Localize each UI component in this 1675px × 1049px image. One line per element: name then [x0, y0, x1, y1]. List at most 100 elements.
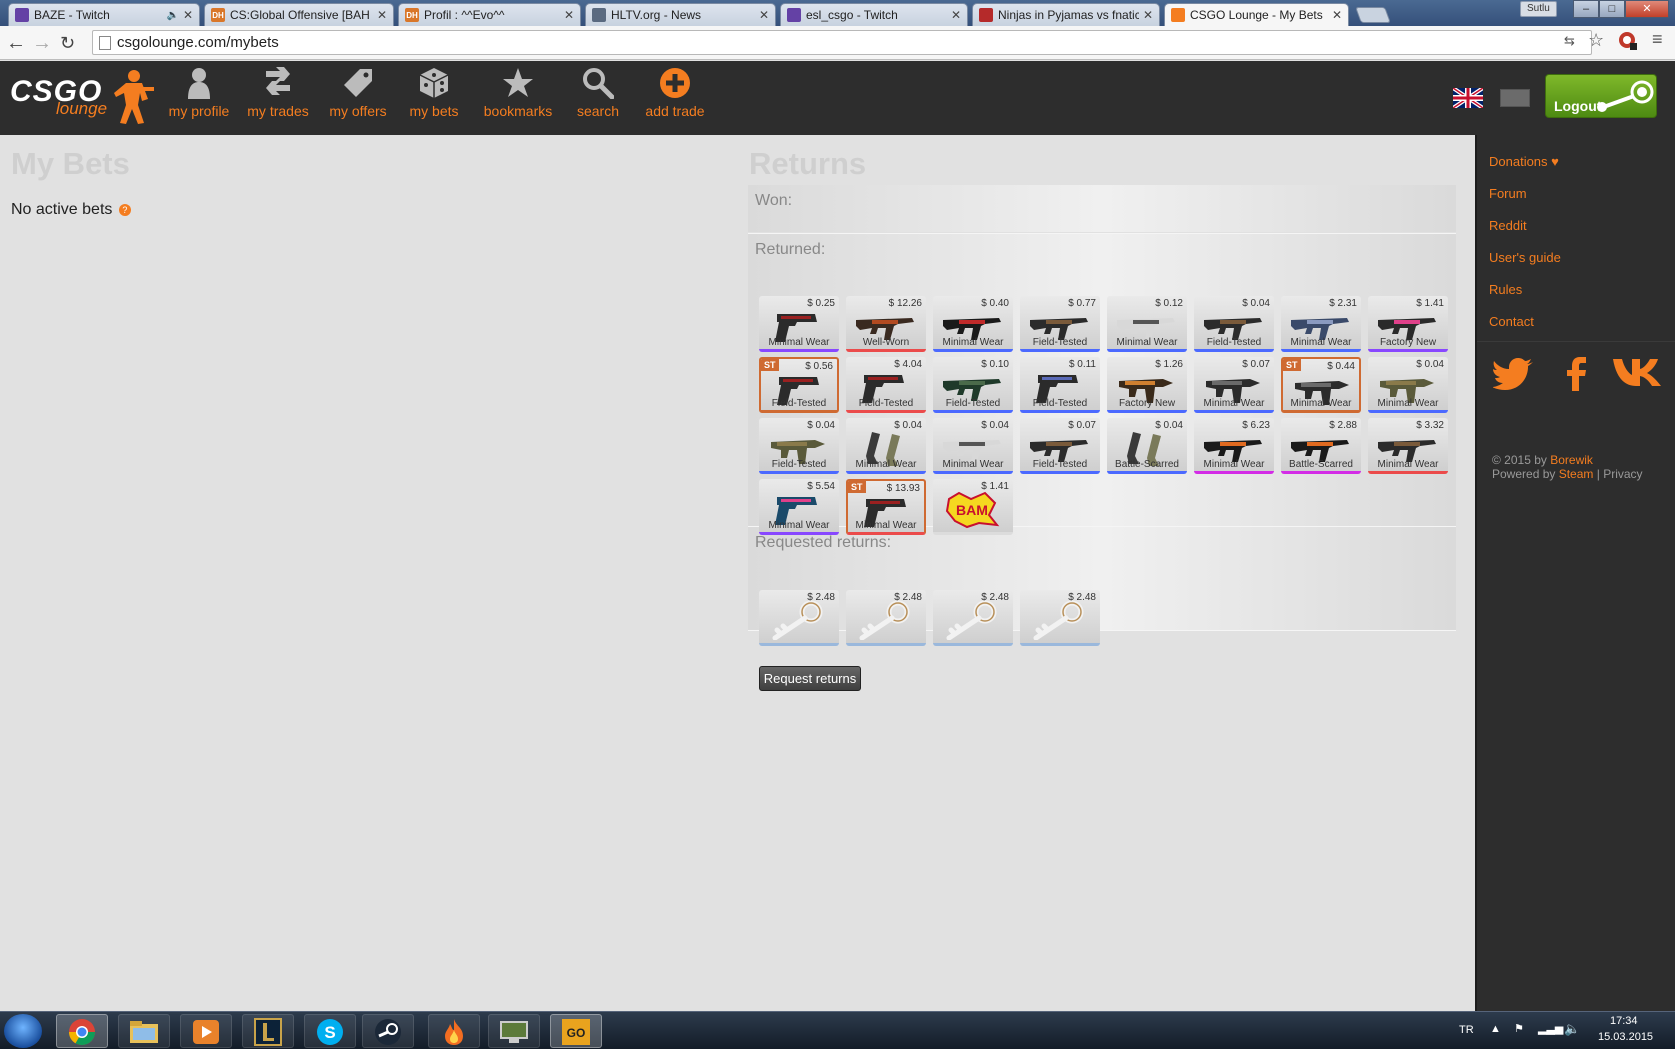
language-flag-icon[interactable] [1500, 89, 1530, 107]
nav-my-bets[interactable]: my bets [398, 67, 470, 119]
start-button[interactable] [4, 1014, 42, 1048]
profile-button[interactable]: Sutlu [1520, 1, 1557, 17]
tab-close-icon[interactable]: ✕ [377, 8, 387, 22]
item-slot[interactable]: $ 0.07 Field-Tested [1020, 418, 1100, 474]
forward-icon[interactable]: → [32, 32, 52, 55]
translate-icon[interactable]: ⇆ [1564, 33, 1575, 49]
item-slot[interactable]: $ 0.07 Minimal Wear [1194, 357, 1274, 413]
tray-expand-icon[interactable]: ▲ [1490, 1023, 1501, 1035]
request-returns-button[interactable]: Request returns [759, 666, 861, 691]
reload-icon[interactable]: ↻ [60, 33, 75, 54]
nav-my-trades[interactable]: my trades [235, 67, 321, 119]
browser-tab[interactable]: Ninjas in Pyjamas vs fnatic ✕ [972, 3, 1160, 26]
skype-task-icon[interactable]: S [304, 1014, 356, 1048]
league-task-icon[interactable] [242, 1014, 294, 1048]
tab-close-icon[interactable]: ✕ [759, 8, 769, 22]
item-slot[interactable]: $ 6.23 Minimal Wear [1194, 418, 1274, 474]
csgolounge-logo[interactable]: CSGO lounge [10, 69, 155, 129]
item-slot[interactable]: ST $ 0.44 Minimal Wear [1281, 357, 1361, 413]
new-tab-button[interactable] [1355, 7, 1391, 23]
sidebar-link-forum[interactable]: Forum [1489, 186, 1527, 201]
sidebar-link-user-s-guide[interactable]: User's guide [1489, 250, 1561, 265]
browser-tab[interactable]: esl_csgo - Twitch ✕ [780, 3, 968, 26]
fire-app-task-icon[interactable] [428, 1014, 480, 1048]
address-bar[interactable]: csgolounge.com/mybets [92, 30, 1592, 55]
csgo-task-icon[interactable]: GO [550, 1014, 602, 1048]
uk-flag-icon[interactable] [1453, 88, 1483, 108]
volume-icon[interactable]: 🔈 [1564, 1021, 1580, 1037]
browser-tab[interactable]: BAZE - Twitch 🔈 ✕ [8, 3, 200, 26]
privacy-link[interactable]: Privacy [1603, 467, 1642, 481]
browser-tab[interactable]: CSGO Lounge - My Bets ✕ [1164, 3, 1349, 26]
close-window-button[interactable]: ✕ [1625, 0, 1669, 18]
chrome-task-icon[interactable] [56, 1014, 108, 1048]
tab-close-icon[interactable]: ✕ [1143, 8, 1153, 22]
sidebar-link-contact[interactable]: Contact [1489, 314, 1534, 329]
item-slot[interactable]: $ 0.04 Minimal Wear [933, 418, 1013, 474]
item-slot[interactable]: $ 4.04 Field-Tested [846, 357, 926, 413]
browser-tab[interactable]: DH CS:Global Offensive [BAH ✕ [204, 3, 394, 26]
item-slot[interactable]: $ 1.41 Factory New [1368, 296, 1448, 352]
bookmark-star-icon[interactable]: ☆ [1588, 30, 1604, 51]
extension-icon[interactable] [1618, 31, 1638, 55]
tab-close-icon[interactable]: ✕ [1332, 8, 1342, 22]
browser-tab[interactable]: DH Profil : ^^Evo^^ ✕ [398, 3, 581, 26]
logout-button[interactable]: Logout [1545, 74, 1657, 118]
maximize-button[interactable]: □ [1599, 0, 1625, 18]
minimize-button[interactable]: – [1573, 0, 1599, 18]
item-slot[interactable]: $ 0.04 Battle-Scarred [1107, 418, 1187, 474]
action-center-icon[interactable]: ⚑ [1514, 1022, 1524, 1035]
item-slot[interactable]: ST $ 0.56 Field-Tested [759, 357, 839, 413]
item-slot[interactable]: $ 1.26 Factory New [1107, 357, 1187, 413]
item-slot[interactable]: $ 5.54 Minimal Wear [759, 479, 839, 535]
tab-close-icon[interactable]: ✕ [564, 8, 574, 22]
nav-search[interactable]: search [565, 67, 631, 119]
item-slot[interactable]: $ 3.32 Minimal Wear [1368, 418, 1448, 474]
item-slot[interactable]: $ 0.11 Field-Tested [1020, 357, 1100, 413]
back-icon[interactable]: ← [6, 32, 26, 55]
clock-date[interactable]: 15.03.2015 [1598, 1031, 1653, 1043]
tab-close-icon[interactable]: ✕ [183, 8, 193, 22]
facebook-icon[interactable] [1565, 357, 1589, 391]
sidebar-link-donations[interactable]: Donations ♥ [1489, 154, 1559, 169]
vk-icon[interactable] [1611, 357, 1663, 387]
tab-audio-icon[interactable]: 🔈 [166, 10, 178, 21]
clock-time[interactable]: 17:34 [1610, 1015, 1638, 1027]
item-slot[interactable]: $ 2.48 [759, 590, 839, 646]
item-slot[interactable]: $ 2.48 [933, 590, 1013, 646]
nav-add-trade[interactable]: add trade [632, 67, 718, 119]
steam-link[interactable]: Steam [1559, 467, 1594, 481]
item-slot[interactable]: $ 2.31 Minimal Wear [1281, 296, 1361, 352]
item-slot[interactable]: $ 0.04 Minimal Wear [846, 418, 926, 474]
network-icon[interactable]: ▂▃▅ [1538, 1022, 1563, 1035]
media-player-task-icon[interactable] [180, 1014, 232, 1048]
nav-my-offers[interactable]: my offers [315, 67, 401, 119]
item-slot[interactable]: $ 0.04 Field-Tested [759, 418, 839, 474]
item-slot[interactable]: ST $ 13.93 Minimal Wear [846, 479, 926, 535]
sidebar-link-rules[interactable]: Rules [1489, 282, 1522, 297]
item-slot[interactable]: $ 2.48 [846, 590, 926, 646]
item-slot[interactable]: $ 0.12 Minimal Wear [1107, 296, 1187, 352]
item-slot[interactable]: $ 0.25 Minimal Wear [759, 296, 839, 352]
twitter-icon[interactable] [1493, 357, 1533, 391]
author-link[interactable]: Borewik [1550, 453, 1593, 467]
tab-close-icon[interactable]: ✕ [951, 8, 961, 22]
explorer-task-icon[interactable] [118, 1014, 170, 1048]
item-slot[interactable]: $ 2.88 Battle-Scarred [1281, 418, 1361, 474]
item-slot[interactable]: $ 0.40 Minimal Wear [933, 296, 1013, 352]
item-slot[interactable]: BAM $ 1.41 [933, 479, 1013, 535]
steam-task-icon[interactable] [362, 1014, 414, 1048]
browser-tab[interactable]: HLTV.org - News ✕ [585, 3, 776, 26]
language-indicator[interactable]: TR [1459, 1024, 1474, 1036]
item-slot[interactable]: $ 0.04 Field-Tested [1194, 296, 1274, 352]
nav-my-profile[interactable]: my profile [156, 67, 242, 119]
item-slot[interactable]: $ 2.48 [1020, 590, 1100, 646]
menu-icon[interactable]: ≡ [1652, 29, 1663, 50]
nav-bookmarks[interactable]: bookmarks [472, 67, 564, 119]
monitor-app-task-icon[interactable] [488, 1014, 540, 1048]
help-icon[interactable]: ? [118, 203, 131, 216]
item-slot[interactable]: $ 0.77 Field-Tested [1020, 296, 1100, 352]
item-slot[interactable]: $ 0.10 Field-Tested [933, 357, 1013, 413]
item-slot[interactable]: $ 0.04 Minimal Wear [1368, 357, 1448, 413]
item-slot[interactable]: $ 12.26 Well-Worn [846, 296, 926, 352]
